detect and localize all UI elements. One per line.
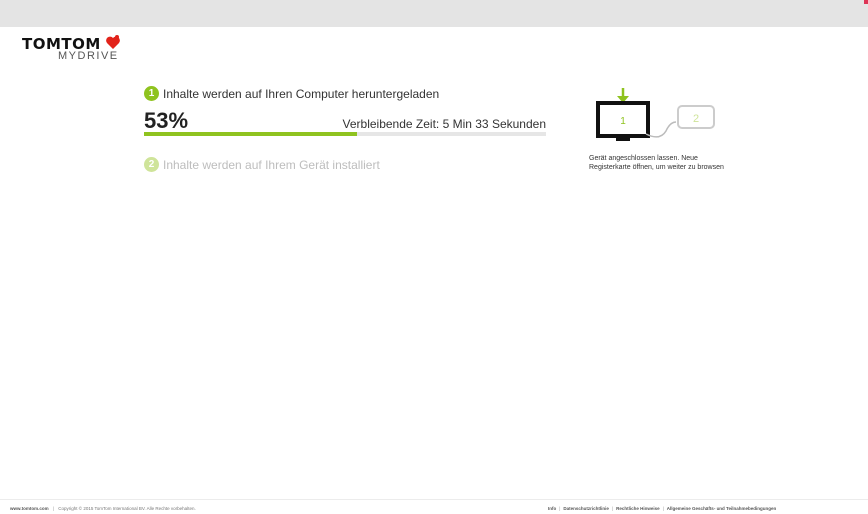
step-download-label: Inhalte werden auf Ihren Computer herunt…	[163, 86, 440, 101]
step-number-badge: 1	[144, 86, 159, 101]
footer-copyright: Copyright © 2015 TomTom International BV…	[58, 506, 196, 511]
footer-links: Info | Datenschutzrichtlinie | Rechtliche Hi…	[548, 506, 777, 511]
step-number-badge: 2	[144, 157, 159, 172]
remaining-time: Verbleibende Zeit: 5 Min 33 Sekunden	[342, 117, 546, 131]
hint-line-2: Registerkarte öffnen, um weiter zu brows…	[589, 164, 724, 171]
step-install: 2 Inhalte werden auf Ihrem Gerät install…	[144, 157, 380, 172]
tomtom-mydrive-logo[interactable]: TOMTOM MYDRIVE	[22, 35, 132, 63]
tomtom-hands-icon	[106, 35, 120, 49]
download-illustration: 1 2	[596, 88, 715, 141]
corner-indicator	[864, 0, 868, 4]
progress-bar-fill	[144, 132, 358, 136]
screen-number-1: 1	[620, 116, 626, 127]
footer-link-legal[interactable]: Rechtliche Hinweise	[616, 506, 660, 511]
monitor-icon: 1	[596, 101, 650, 141]
footer-link-info[interactable]: Info	[548, 506, 556, 511]
footer-divider	[0, 499, 868, 500]
screen-number-2: 2	[693, 113, 699, 125]
device-icon: 2	[677, 105, 715, 129]
hint-text: Gerät angeschlossen lassen. Neue Registe…	[589, 154, 769, 172]
footer-left: www.tomtom.com | Copyright © 2015 TomTom…	[10, 506, 196, 511]
progress-bar	[144, 132, 546, 136]
step-install-label: Inhalte werden auf Ihrem Gerät installie…	[163, 157, 380, 172]
footer-link-privacy[interactable]: Datenschutzrichtlinie	[563, 506, 609, 511]
browser-top-bar	[0, 0, 868, 27]
footer-site-link[interactable]: www.tomtom.com	[10, 506, 49, 511]
hint-line-1: Gerät angeschlossen lassen. Neue	[589, 155, 698, 162]
logo-sub-text: MYDRIVE	[58, 50, 119, 62]
download-arrow-icon	[617, 88, 629, 103]
progress-percent: 53%	[144, 108, 189, 133]
footer-link-terms[interactable]: Allgemeine Geschäfts- und Teilnahmebedin…	[667, 506, 776, 511]
step-download: 1 Inhalte werden auf Ihren Computer heru…	[144, 86, 439, 101]
